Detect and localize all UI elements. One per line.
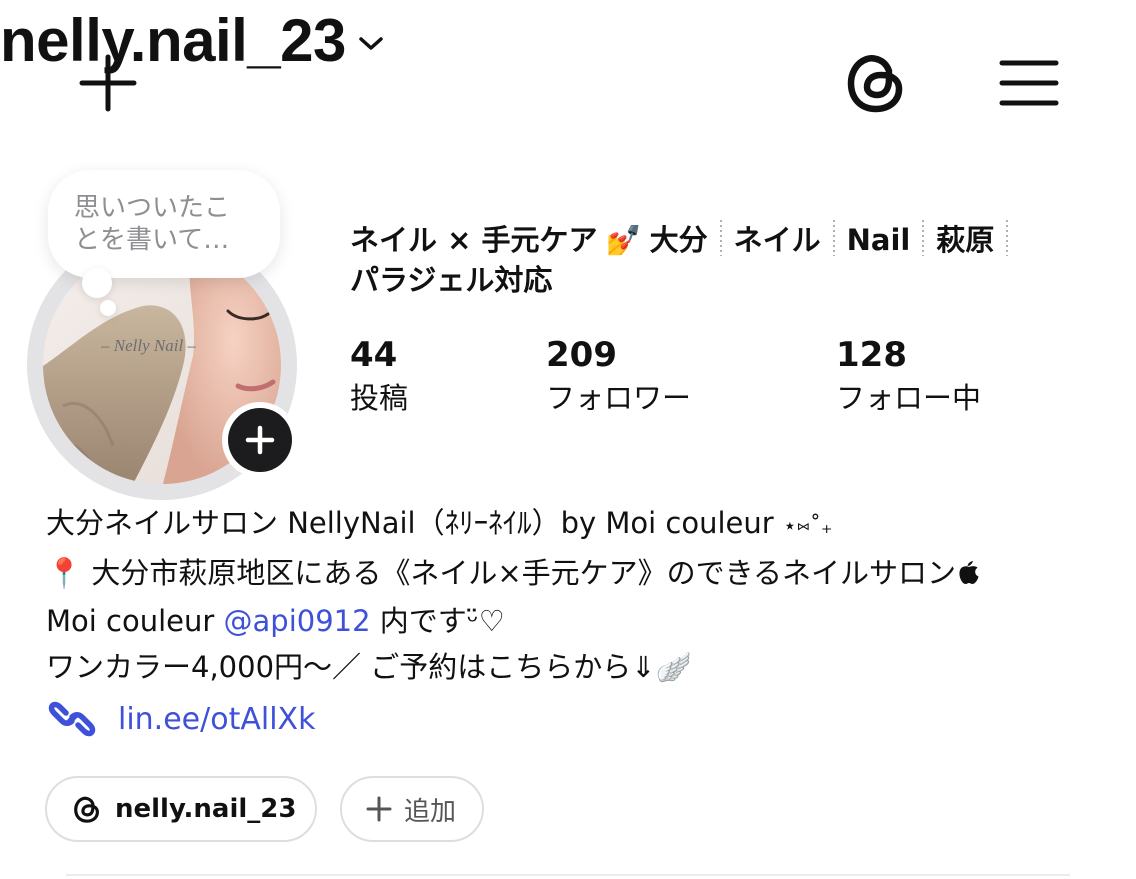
note-bubble-tail <box>82 268 112 298</box>
stat-label: フォロー中 <box>836 381 982 415</box>
posts-count[interactable]: 44 投稿 <box>350 334 408 420</box>
note-placeholder: 思いついたことを書いて… <box>74 193 231 255</box>
stat-label: 投稿 <box>350 381 409 415</box>
stat-value: 209 <box>546 335 617 375</box>
bio-mention-link[interactable]: @api0912 <box>224 604 371 638</box>
threads-profile-chip[interactable]: nelly.nail_23 <box>45 776 317 842</box>
username-title: nelly.nail_23 <box>0 6 346 74</box>
note-bubble[interactable]: 思いついたことを書いて… <box>48 170 280 278</box>
plus-icon <box>245 425 275 455</box>
followers-count[interactable]: 209 フォロワー <box>546 334 691 420</box>
following-count[interactable]: 128 フォロー中 <box>836 334 981 420</box>
stat-value: 44 <box>350 335 398 375</box>
avatar-watermark: – Nelly Nail – <box>100 336 196 355</box>
bio-line: ワンカラー4,000円〜／ ご予約はこちらから⇓🪽 <box>46 650 692 684</box>
profile-bio: 大分ネイルサロン NellyNail（ﾈﾘｰﾈｲﾙ）by Moi couleur… <box>46 500 1106 690</box>
pin-emoji: 📍 <box>46 556 83 590</box>
dotted-separator <box>719 220 722 256</box>
avatar-add-button[interactable] <box>222 402 298 478</box>
bio-line: 📍 大分市萩原地区にある《ネイル×手元ケア》のできるネイルサロン <box>46 550 1106 598</box>
threads-icon <box>847 55 903 113</box>
wing-emoji: 🪽 <box>655 650 692 684</box>
hamburger-menu-icon <box>999 60 1059 106</box>
threads-chip-label: nelly.nail_23 <box>115 794 297 824</box>
threads-button[interactable] <box>836 42 916 122</box>
menu-button[interactable] <box>990 44 1068 122</box>
add-chip-label: 追加 <box>404 796 457 827</box>
nail-polish-emoji: 💅 <box>605 223 642 257</box>
stat-label: フォロワー <box>546 381 692 415</box>
dotted-separator <box>832 220 835 256</box>
stat-value: 128 <box>836 335 907 375</box>
apple-icon <box>958 552 980 598</box>
threads-icon <box>74 796 99 823</box>
note-bubble-tail <box>100 300 116 316</box>
plus-icon <box>79 54 137 112</box>
account-switcher[interactable]: nelly.nail_23 <box>0 0 1136 80</box>
create-button[interactable] <box>70 45 146 121</box>
dotted-separator <box>922 220 925 256</box>
chevron-down-icon <box>359 37 383 50</box>
divider <box>66 874 1070 876</box>
add-chip-button[interactable]: 追加 <box>340 776 484 842</box>
profile-display-name: ネイル × 手元ケア 💅 大分 ネイル Nail 萩原 パラジェル対応 <box>350 220 1090 300</box>
bio-line: Moi couleur @api0912 内ですᵕ̈♡ <box>46 604 505 638</box>
profile-link-text: lin.ee/otAllXk <box>118 701 316 737</box>
plus-icon <box>366 796 392 822</box>
link-icon <box>48 701 96 737</box>
bio-line: 大分ネイルサロン NellyNail（ﾈﾘｰﾈｲﾙ）by Moi couleur… <box>46 506 833 540</box>
profile-link[interactable]: lin.ee/otAllXk <box>46 694 315 744</box>
dotted-separator <box>1006 220 1009 256</box>
